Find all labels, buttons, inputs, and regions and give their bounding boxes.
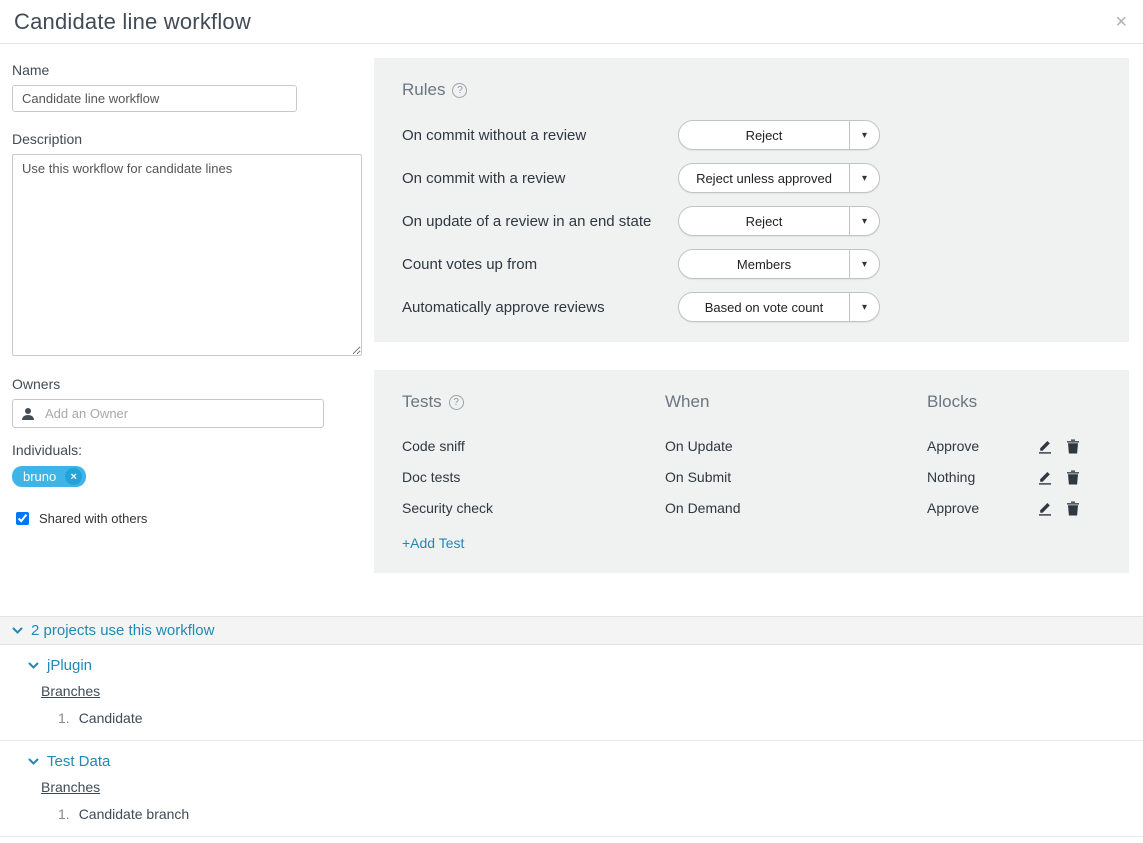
delete-icon[interactable] (1067, 501, 1079, 516)
table-row: Code sniff On Update Approve (402, 438, 1101, 454)
chevron-down-icon[interactable]: ▾ (849, 207, 879, 235)
projects-summary-link[interactable]: 2 projects use this workflow (31, 622, 214, 639)
edit-icon[interactable] (1038, 439, 1052, 454)
dialog-header: Candidate line workflow × (0, 0, 1143, 44)
branches-link[interactable]: Branches (41, 779, 100, 795)
rule-label: Automatically approve reviews (402, 299, 678, 316)
edit-icon[interactable] (1038, 501, 1052, 516)
owner-tag: bruno × (12, 466, 86, 487)
test-name: Doc tests (402, 469, 665, 485)
description-textarea[interactable]: Use this workflow for candidate lines (12, 154, 362, 356)
dropdown-value: Based on vote count (679, 293, 849, 321)
chevron-down-icon (28, 758, 39, 766)
test-blocks: Nothing (927, 469, 1035, 485)
delete-icon[interactable] (1067, 470, 1079, 485)
page-title: Candidate line workflow (14, 9, 251, 35)
close-icon[interactable]: × (1115, 12, 1127, 32)
main-area: Name Description Use this workflow for c… (0, 44, 1143, 573)
project-block-jplugin: jPlugin Branches 1. Candidate (0, 645, 1143, 741)
owner-input-box (12, 399, 324, 428)
chevron-down-icon[interactable]: ▾ (849, 250, 879, 278)
chevron-down-icon[interactable]: ▾ (849, 164, 879, 192)
description-label: Description (12, 131, 374, 147)
projects-summary-bar[interactable]: 2 projects use this workflow (0, 616, 1143, 645)
rules-title-row: Rules ? (402, 80, 1101, 100)
branch-number: 1. (58, 806, 70, 822)
rule-row: Automatically approve reviews Based on v… (402, 292, 1101, 322)
branch-name: Candidate branch (79, 806, 190, 822)
remove-tag-icon[interactable]: × (65, 468, 82, 485)
rule-dropdown-update-end-state[interactable]: Reject ▾ (678, 206, 880, 236)
chevron-down-icon (12, 627, 23, 635)
name-label: Name (12, 62, 374, 78)
rule-label: On commit without a review (402, 127, 678, 144)
project-head[interactable]: jPlugin (28, 657, 1129, 674)
rule-dropdown-commit-without-review[interactable]: Reject ▾ (678, 120, 880, 150)
rule-dropdown-count-votes[interactable]: Members ▾ (678, 249, 880, 279)
test-when: On Update (665, 438, 927, 454)
tests-column-header: Tests ? (402, 392, 665, 412)
table-row: Security check On Demand Approve (402, 500, 1101, 516)
branches-link[interactable]: Branches (41, 683, 100, 699)
rule-row: On commit without a review Reject ▾ (402, 120, 1101, 150)
chevron-down-icon[interactable]: ▾ (849, 293, 879, 321)
rule-row: On commit with a review Reject unless ap… (402, 163, 1101, 193)
project-link[interactable]: jPlugin (47, 657, 92, 674)
shared-checkbox-label: Shared with others (39, 511, 147, 526)
person-icon (21, 407, 35, 421)
left-column: Name Description Use this workflow for c… (12, 56, 374, 573)
edit-icon[interactable] (1038, 470, 1052, 485)
tests-header-row: Tests ? When Blocks (402, 392, 1101, 412)
help-icon[interactable]: ? (449, 395, 464, 410)
shared-with-others-row: Shared with others (12, 509, 374, 528)
dropdown-value: Members (679, 250, 849, 278)
rule-label: Count votes up from (402, 256, 678, 273)
chevron-down-icon (28, 662, 39, 670)
owner-tag-label: bruno (23, 469, 56, 484)
project-block-test-data: Test Data Branches 1. Candidate branch (0, 741, 1143, 837)
test-name: Security check (402, 500, 665, 516)
name-input[interactable] (12, 85, 297, 112)
test-blocks: Approve (927, 438, 1035, 454)
test-name: Code sniff (402, 438, 665, 454)
tests-panel: Tests ? When Blocks Code sniff On Update… (374, 370, 1129, 573)
rules-title: Rules (402, 80, 445, 100)
rule-dropdown-commit-with-review[interactable]: Reject unless approved ▾ (678, 163, 880, 193)
project-head[interactable]: Test Data (28, 753, 1129, 770)
test-when: On Demand (665, 500, 927, 516)
add-test-link[interactable]: +Add Test (402, 535, 464, 551)
branch-number: 1. (58, 710, 70, 726)
dialog-footer: Save Cancel (0, 837, 1143, 843)
list-item: 1. Candidate branch (58, 806, 1129, 822)
individuals-label: Individuals: (12, 442, 374, 458)
table-row: Doc tests On Submit Nothing (402, 469, 1101, 485)
add-owner-input[interactable] (43, 405, 315, 422)
rule-dropdown-auto-approve[interactable]: Based on vote count ▾ (678, 292, 880, 322)
shared-checkbox[interactable] (16, 512, 29, 525)
rule-row: Count votes up from Members ▾ (402, 249, 1101, 279)
rules-panel: Rules ? On commit without a review Rejec… (374, 58, 1129, 342)
rule-label: On commit with a review (402, 170, 678, 187)
rule-label: On update of a review in an end state (402, 213, 678, 230)
project-link[interactable]: Test Data (47, 753, 110, 770)
test-when: On Submit (665, 469, 927, 485)
list-item: 1. Candidate (58, 710, 1129, 726)
rule-row: On update of a review in an end state Re… (402, 206, 1101, 236)
dropdown-value: Reject (679, 207, 849, 235)
dropdown-value: Reject (679, 121, 849, 149)
when-column-header: When (665, 392, 927, 412)
help-icon[interactable]: ? (452, 83, 467, 98)
test-blocks: Approve (927, 500, 1035, 516)
dropdown-value: Reject unless approved (679, 164, 849, 192)
chevron-down-icon[interactable]: ▾ (849, 121, 879, 149)
right-column: Rules ? On commit without a review Rejec… (374, 56, 1129, 573)
workflow-dialog: Candidate line workflow × Name Descripti… (0, 0, 1143, 843)
delete-icon[interactable] (1067, 439, 1079, 454)
blocks-column-header: Blocks (927, 392, 1101, 412)
branch-name: Candidate (79, 710, 143, 726)
owners-label: Owners (12, 376, 374, 392)
